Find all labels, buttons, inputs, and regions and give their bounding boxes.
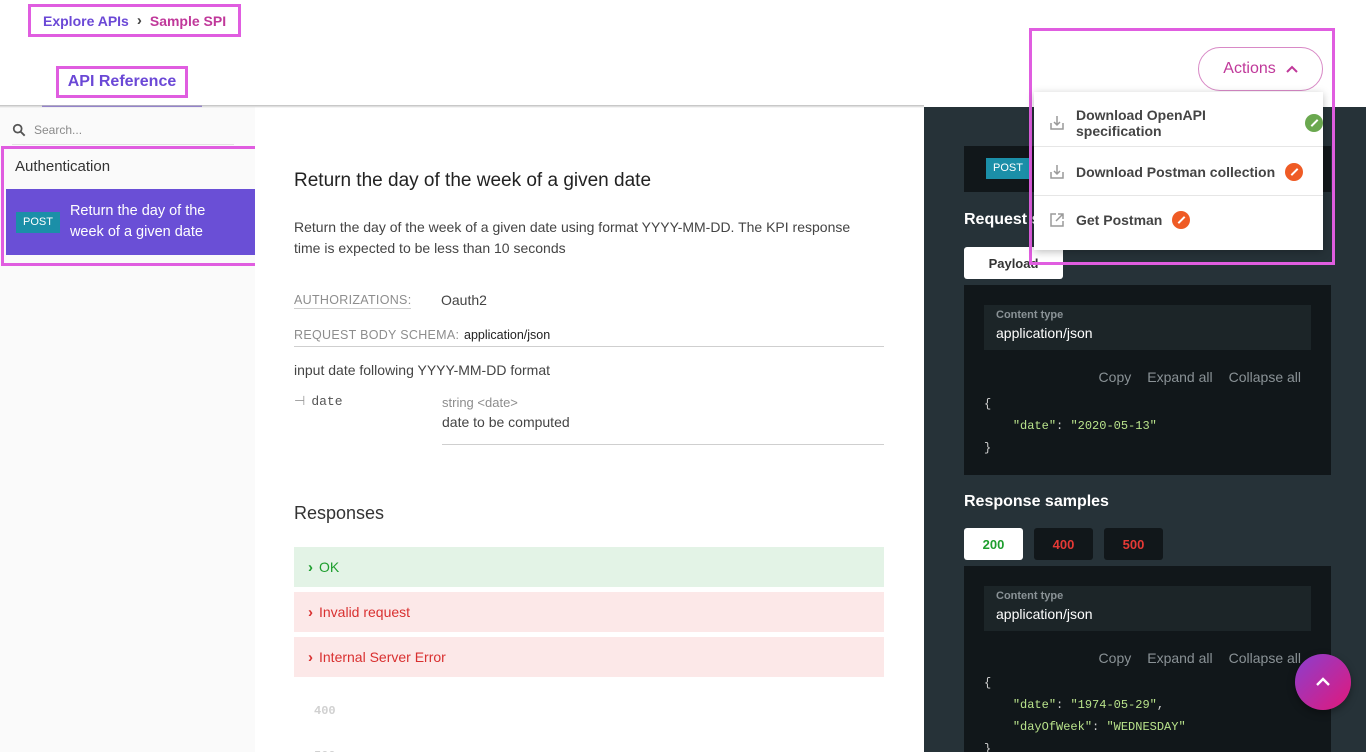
json-value: "2020-05-13": [1070, 419, 1157, 433]
menu-item-label: Download OpenAPI specification: [1076, 106, 1206, 139]
property-description: date to be computed: [442, 414, 570, 430]
external-link-icon: [1050, 213, 1064, 227]
chevron-up-icon: [1316, 677, 1330, 686]
tree-connector-icon: ⊣: [294, 394, 306, 409]
method-badge: POST: [986, 158, 1030, 179]
breadcrumb-sample-spi[interactable]: Sample SPI: [150, 13, 226, 29]
tab-underline: API Reference: [42, 62, 202, 107]
content-type-value: application/json: [996, 606, 1093, 622]
copy-button[interactable]: Copy: [1099, 650, 1132, 666]
response-code: 400: [314, 704, 336, 718]
code-actions: Copy Expand all Collapse all: [1099, 369, 1301, 385]
chevron-right-icon: ›: [308, 603, 313, 621]
sidebar-item-return-day[interactable]: POST Return the day of the week of a giv…: [6, 189, 256, 255]
search-icon: [12, 123, 26, 136]
method-badge: POST: [16, 211, 60, 233]
tab-status-400[interactable]: 400: [1034, 528, 1093, 560]
response-samples-heading: Response samples: [964, 493, 1109, 510]
tab-api-reference[interactable]: API Reference: [56, 66, 188, 98]
content-type-select[interactable]: Content type application/json: [984, 305, 1311, 350]
actions-label: Actions: [1223, 60, 1276, 77]
breadcrumb-explore-apis[interactable]: Explore APIs: [43, 13, 129, 29]
download-icon: [1050, 164, 1064, 179]
expand-all-button[interactable]: Expand all: [1147, 650, 1212, 666]
sidebar-item-label: Return the day of the week of a given da…: [69, 203, 206, 240]
property-type: string <date>: [442, 395, 518, 410]
response-text: Invalid request: [319, 604, 411, 620]
json-key: "date": [1012, 698, 1057, 712]
collapse-all-button[interactable]: Collapse all: [1229, 369, 1301, 385]
request-json: { "date": "2020-05-13" }: [984, 397, 1157, 455]
property-name: ⊣ date: [294, 394, 343, 409]
response-400-row[interactable]: › 400 Invalid request: [294, 592, 884, 718]
content-type-label: Content type: [996, 590, 1064, 602]
chevron-right-icon: ›: [136, 12, 142, 29]
main-content: Return the day of the week of a given da…: [255, 107, 924, 752]
response-200-row[interactable]: › 200 OK: [294, 547, 884, 673]
response-code: 500: [314, 745, 336, 752]
chevron-right-icon: ›: [308, 558, 313, 576]
content-type-value: application/json: [996, 325, 1093, 341]
chevron-up-icon: [1286, 65, 1298, 73]
json-value: "WEDNESDAY": [1106, 720, 1186, 734]
response-500-row[interactable]: › 500 Internal Server Error: [294, 637, 884, 752]
response-sample-box: Content type application/json Copy Expan…: [964, 566, 1331, 752]
content-type-select[interactable]: Content type application/json: [984, 586, 1311, 631]
property-name-text: date: [311, 394, 343, 409]
json-key: "date": [1012, 419, 1057, 433]
response-text: OK: [319, 559, 340, 575]
request-body-value: application/json: [464, 328, 551, 342]
content-type-label: Content type: [996, 309, 1064, 321]
menu-item-label: Get Postman: [1076, 212, 1163, 228]
body-description: input date following YYYY-MM-DD format: [294, 362, 550, 378]
actions-button[interactable]: Actions: [1198, 47, 1323, 91]
menu-item-get-postman[interactable]: Get Postman: [1034, 196, 1323, 244]
menu-item-label: Download Postman collection: [1076, 163, 1276, 180]
menu-item-download-postman[interactable]: Download Postman collection: [1034, 148, 1323, 196]
scroll-to-top-button[interactable]: [1295, 654, 1351, 710]
header-divider: [0, 105, 924, 108]
responses-heading: Responses: [294, 503, 385, 523]
collapse-all-button[interactable]: Collapse all: [1229, 650, 1301, 666]
divider: [442, 444, 884, 445]
download-icon: [1050, 115, 1064, 130]
request-body-label: REQUEST BODY SCHEMA:: [294, 328, 460, 342]
json-key: "dayOfWeek": [1012, 720, 1093, 734]
postman-icon: [1285, 162, 1304, 181]
openapi-icon: [1305, 113, 1323, 132]
copy-button[interactable]: Copy: [1099, 369, 1132, 385]
sidebar-section-authentication: Authentication POST Return the day of th…: [1, 146, 263, 266]
response-text: Internal Server Error: [319, 649, 446, 665]
tab-status-200[interactable]: 200: [964, 528, 1023, 560]
request-body-schema: REQUEST BODY SCHEMA: application/json: [294, 327, 884, 347]
code-actions: Copy Expand all Collapse all: [1099, 650, 1301, 666]
tab-status-500[interactable]: 500: [1104, 528, 1163, 560]
actions-menu: Download OpenAPI specification Download …: [1034, 92, 1323, 250]
expand-all-button[interactable]: Expand all: [1147, 369, 1212, 385]
sidebar-heading[interactable]: Authentication: [15, 158, 110, 175]
operation-title: Return the day of the week of a given da…: [294, 170, 652, 191]
json-value: "1974-05-29": [1070, 698, 1157, 712]
response-json: { "date": "1974-05-29", "dayOfWeek": "WE…: [984, 676, 1186, 752]
search-input[interactable]: Search...: [34, 123, 82, 137]
sidebar: Search... Authentication POST Return the…: [0, 107, 263, 752]
menu-item-download-openapi[interactable]: Download OpenAPI specification: [1034, 99, 1323, 147]
chevron-right-icon: ›: [308, 648, 313, 666]
operation-description: Return the day of the week of a given da…: [294, 219, 851, 256]
breadcrumb: Explore APIs › Sample SPI: [28, 4, 242, 37]
authorizations-label: AUTHORIZATIONS:: [294, 293, 412, 309]
postman-icon: [1172, 211, 1191, 229]
request-sample-box: Content type application/json Copy Expan…: [964, 285, 1331, 475]
search-field[interactable]: Search...: [12, 115, 234, 145]
authorizations-value[interactable]: Oauth2: [441, 292, 487, 308]
